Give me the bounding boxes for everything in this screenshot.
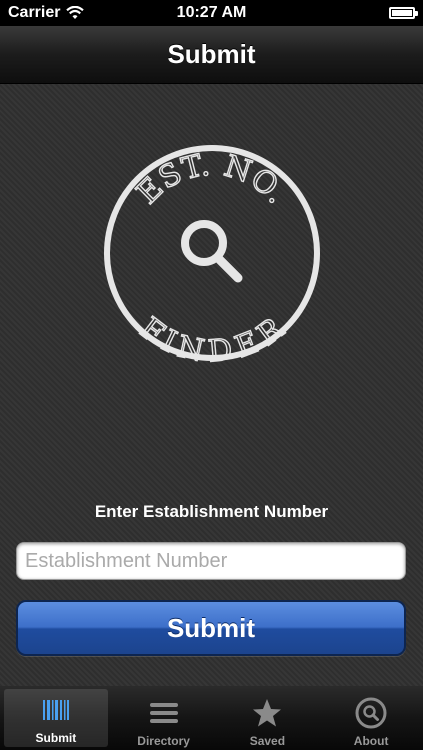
magnifying-glass-icon bbox=[181, 220, 243, 283]
tab-saved-label: Saved bbox=[249, 734, 286, 748]
wifi-icon bbox=[66, 6, 85, 19]
battery-fill bbox=[392, 10, 412, 16]
est-no-finder-logo: EST. NO. FINDER bbox=[104, 145, 320, 364]
star-icon bbox=[252, 696, 282, 730]
main-content: EST. NO. FINDER Enter Establishment Numb… bbox=[0, 84, 423, 686]
barcode-icon bbox=[42, 693, 69, 727]
svg-text:FINDER: FINDER bbox=[133, 311, 291, 364]
establishment-prompt: Enter Establishment Number bbox=[94, 502, 329, 521]
submit-button-label: Submit bbox=[166, 612, 256, 643]
establishment-number-input[interactable] bbox=[16, 542, 406, 580]
carrier-label: Carrier bbox=[8, 4, 61, 21]
svg-text:EST. NO.: EST. NO. bbox=[130, 148, 294, 211]
logo-bottom-text: FINDER bbox=[132, 310, 290, 364]
tab-directory-label: Directory bbox=[137, 734, 190, 748]
battery-icon bbox=[389, 7, 418, 19]
tab-submit[interactable]: Submit bbox=[4, 689, 108, 747]
tab-about[interactable]: About bbox=[319, 686, 423, 750]
submit-button[interactable]: Submit bbox=[16, 600, 406, 656]
tab-bar: Submit Directory Saved About bbox=[0, 686, 423, 750]
logo-top-text: EST. NO. bbox=[130, 147, 295, 212]
tab-saved[interactable]: Saved bbox=[216, 686, 320, 750]
tab-about-label: About bbox=[353, 734, 389, 748]
status-bar: Carrier 10:27 AM bbox=[0, 0, 423, 26]
search-circle-icon bbox=[355, 696, 387, 730]
list-icon bbox=[149, 696, 178, 730]
navigation-bar: Submit bbox=[0, 26, 423, 84]
tab-submit-label: Submit bbox=[35, 731, 77, 745]
status-left: Carrier bbox=[8, 4, 85, 22]
tab-directory[interactable]: Directory bbox=[112, 686, 216, 750]
page-title: Submit bbox=[167, 39, 256, 69]
